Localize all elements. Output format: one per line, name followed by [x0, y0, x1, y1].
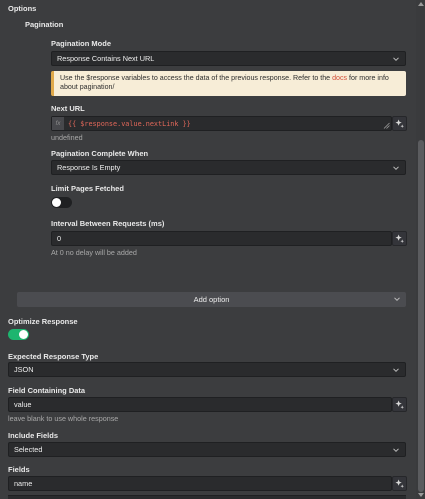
- next-url-label: Next URL: [51, 104, 85, 113]
- interval-hint: At 0 no delay will be added: [51, 248, 137, 257]
- field-data-label: Field Containing Data: [8, 386, 86, 395]
- interval-ai-button[interactable]: [392, 231, 407, 246]
- docs-link[interactable]: docs: [332, 74, 347, 82]
- scrollbar-thumb[interactable]: [418, 140, 424, 492]
- pagination-complete-select[interactable]: Response Is Empty: [51, 160, 406, 175]
- expected-type-select[interactable]: JSON: [8, 362, 406, 377]
- limit-pages-toggle[interactable]: [51, 197, 72, 208]
- field-data-value: value: [14, 400, 32, 409]
- resize-handle-icon[interactable]: [383, 122, 390, 129]
- scroll-down-arrow-icon[interactable]: [417, 492, 425, 498]
- next-url-expression-field[interactable]: fx {{ $response.value.nextLink }}: [51, 116, 392, 131]
- options-heading: Options: [8, 4, 37, 13]
- next-url-ai-button[interactable]: [392, 116, 407, 131]
- fx-icon: fx: [52, 117, 64, 130]
- include-fields-select[interactable]: Selected: [8, 442, 406, 457]
- chevron-down-icon: [394, 297, 400, 302]
- chevron-down-icon: [393, 368, 399, 373]
- field-data-input[interactable]: value: [8, 397, 392, 412]
- fields-ai-button[interactable]: [392, 476, 407, 491]
- next-url-expression: {{ $response.value.nextLink }}: [68, 120, 191, 128]
- pagination-heading: Pagination: [25, 20, 64, 29]
- notice-text-before: Use the $response variables to access th…: [60, 74, 333, 82]
- sparkle-icon: [395, 119, 404, 128]
- pagination-mode-select[interactable]: Response Contains Next URL: [51, 51, 406, 66]
- chevron-down-icon: [393, 166, 399, 171]
- next-field-edge: [8, 495, 406, 499]
- include-fields-label: Include Fields: [8, 431, 59, 440]
- pagination-mode-label: Pagination Mode: [51, 39, 111, 48]
- scroll-up-arrow-icon[interactable]: [417, 1, 425, 7]
- toggle-knob: [19, 330, 28, 339]
- limit-pages-label: Limit Pages Fetched: [51, 184, 124, 193]
- interval-label: Interval Between Requests (ms): [51, 219, 165, 228]
- sparkle-icon: [395, 400, 404, 409]
- fields-input[interactable]: name: [8, 476, 392, 491]
- field-data-hint: leave blank to use whole response: [8, 414, 119, 423]
- options-panel: Options Pagination Pagination Mode Respo…: [0, 0, 425, 499]
- chevron-down-icon: [393, 448, 399, 453]
- pagination-complete-label: Pagination Complete When: [51, 149, 149, 158]
- pagination-mode-value: Response Contains Next URL: [57, 54, 155, 63]
- toggle-knob: [52, 198, 61, 207]
- field-data-ai-button[interactable]: [392, 397, 407, 412]
- include-fields-value: Selected: [14, 445, 43, 454]
- sparkle-icon: [395, 234, 404, 243]
- interval-input[interactable]: 0: [51, 231, 392, 246]
- optimize-response-label: Optimize Response: [8, 317, 78, 326]
- pagination-complete-value: Response Is Empty: [57, 163, 121, 172]
- add-option-label: Add option: [193, 295, 230, 304]
- fields-label: Fields: [8, 465, 30, 474]
- add-option-button[interactable]: Add option: [17, 292, 406, 307]
- expected-type-value: JSON: [14, 365, 34, 374]
- expected-type-label: Expected Response Type: [8, 352, 99, 361]
- chevron-down-icon: [393, 57, 399, 62]
- interval-value: 0: [57, 234, 62, 243]
- optimize-response-toggle[interactable]: [8, 329, 29, 340]
- pagination-notice: Use the $response variables to access th…: [51, 71, 406, 96]
- fields-value: name: [14, 479, 33, 488]
- next-url-result: undefined: [51, 133, 83, 142]
- sparkle-icon: [395, 479, 404, 488]
